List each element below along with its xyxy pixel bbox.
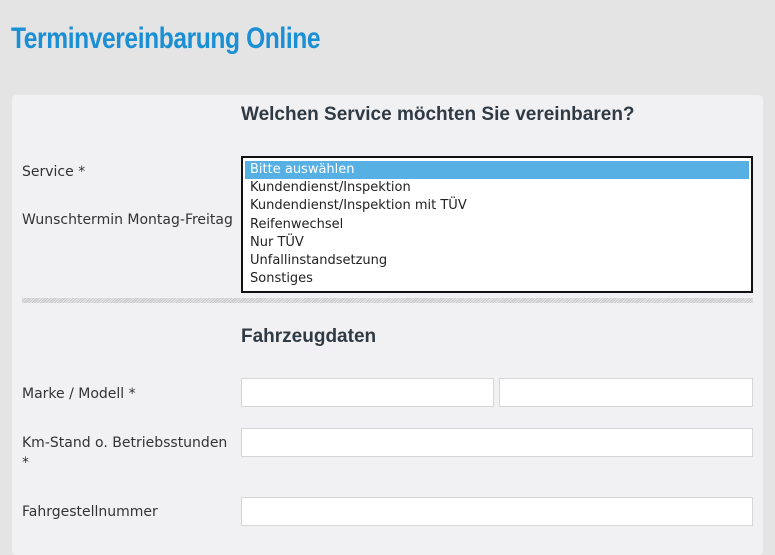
service-option[interactable]: Sonstiges bbox=[245, 270, 749, 288]
service-select-list[interactable]: Bitte auswählen Kundendienst/Inspektion … bbox=[241, 156, 753, 293]
required-marker: * bbox=[22, 455, 29, 471]
service-option[interactable]: Bitte auswählen bbox=[245, 161, 749, 180]
model-input[interactable] bbox=[499, 378, 753, 407]
service-option[interactable]: Unfallinstandsetzung bbox=[245, 252, 749, 270]
appointment-form: Welchen Service möchten Sie vereinbaren?… bbox=[12, 95, 763, 555]
make-input[interactable] bbox=[241, 378, 494, 407]
service-option[interactable]: Reifenwechsel bbox=[245, 216, 749, 234]
service-option[interactable]: Kundendienst/Inspektion mit TÜV bbox=[245, 197, 749, 215]
service-label: Service * bbox=[22, 164, 86, 180]
preferred-date-label: Wunschtermin Montag-Freitag bbox=[22, 212, 233, 228]
make-model-label: Marke / Modell * bbox=[22, 386, 136, 402]
mileage-input[interactable] bbox=[241, 428, 753, 457]
service-option[interactable]: Nur TÜV bbox=[245, 234, 749, 252]
vin-label: Fahrgestellnummer bbox=[22, 504, 158, 520]
vin-input[interactable] bbox=[241, 497, 753, 526]
service-section-heading: Welchen Service möchten Sie vereinbaren? bbox=[241, 104, 635, 125]
mileage-label-text: Km-Stand o. Betriebsstunden bbox=[22, 435, 228, 451]
section-divider bbox=[22, 298, 753, 303]
vehicle-section-heading: Fahrzeugdaten bbox=[241, 326, 377, 347]
mileage-label: Km-Stand o. Betriebsstunden * bbox=[22, 433, 227, 473]
service-option[interactable]: Kundendienst/Inspektion bbox=[245, 179, 749, 197]
page-title: Terminvereinbarung Online bbox=[11, 22, 321, 55]
